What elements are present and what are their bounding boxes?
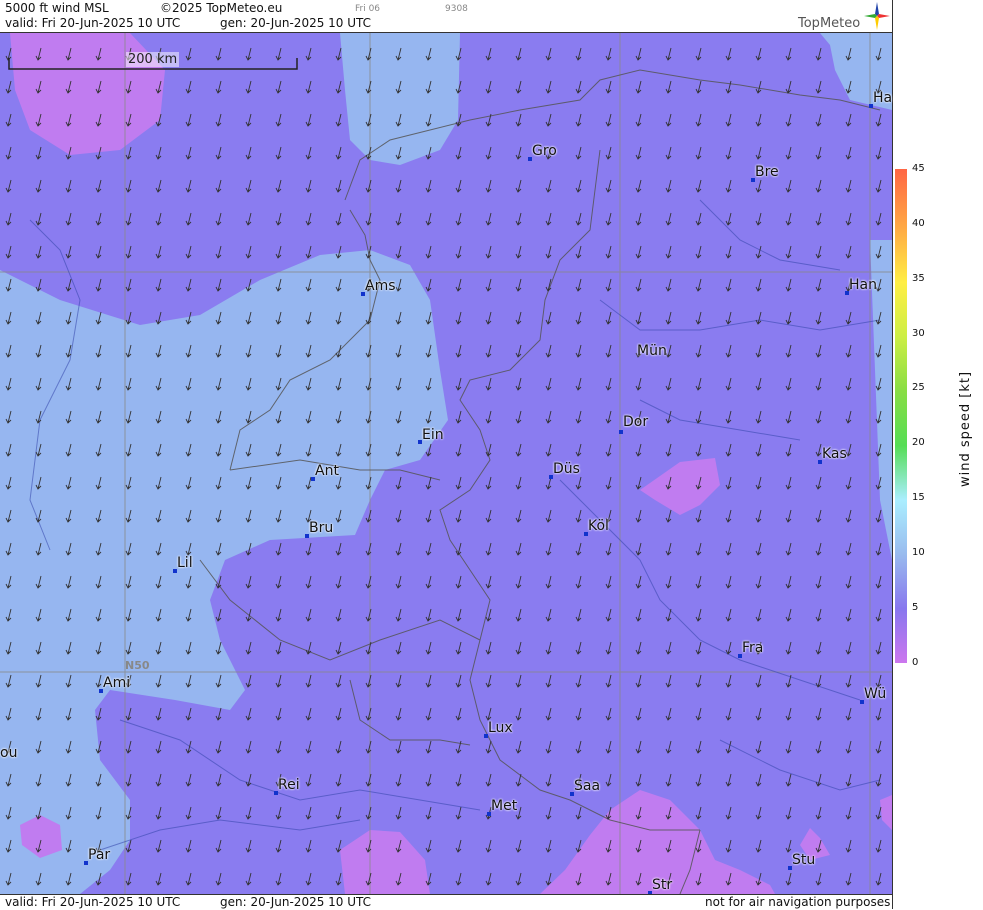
- footer-valid-time: valid: Fri 20-Jun-2025 10 UTC: [5, 895, 181, 909]
- legend-tick: 30: [912, 328, 925, 339]
- city-label-saa[interactable]: Saa: [574, 778, 600, 794]
- latitude-n50-label: N50: [125, 659, 150, 672]
- valid-time: valid: Fri 20-Jun-2025 10 UTC: [5, 16, 181, 30]
- product-title: 5000 ft wind MSL: [5, 1, 109, 15]
- city-label-bre[interactable]: Bre: [755, 164, 779, 180]
- legend-color-bar: [895, 169, 907, 663]
- city-label-met[interactable]: Met: [491, 798, 517, 814]
- city-label-kol[interactable]: Köl: [588, 518, 609, 534]
- city-label-han[interactable]: Han: [849, 277, 877, 293]
- city-label-ha[interactable]: Ha: [873, 90, 892, 106]
- city-label-kas[interactable]: Kas: [822, 446, 847, 462]
- legend-tick: 10: [912, 547, 925, 558]
- city-label-dor[interactable]: Dor: [623, 414, 648, 430]
- city-label-bru[interactable]: Bru: [309, 520, 333, 536]
- city-label-ant[interactable]: Ant: [315, 463, 339, 479]
- city-label-rei[interactable]: Rei: [278, 777, 300, 793]
- legend-tick: 40: [912, 218, 925, 229]
- city-label-wu[interactable]: Wü: [864, 686, 886, 702]
- city-label-ein[interactable]: Ein: [422, 427, 444, 443]
- city-label-lux[interactable]: Lux: [488, 720, 513, 736]
- header-bar: 5000 ft wind MSL ©2025 TopMeteo.eu Fri 0…: [0, 0, 892, 33]
- compass-star-icon: [864, 2, 890, 30]
- legend-tick: 0: [912, 657, 919, 668]
- map-frame: 5000 ft wind MSL ©2025 TopMeteo.eu Fri 0…: [0, 0, 893, 910]
- copyright-text: ©2025 TopMeteo.eu: [160, 1, 283, 15]
- city-label-dus[interactable]: Düs: [553, 461, 580, 477]
- city-label-fra[interactable]: Fra: [742, 640, 763, 656]
- city-label-mun[interactable]: Mün: [637, 343, 667, 359]
- city-label-par[interactable]: Par: [88, 847, 110, 863]
- disclaimer-text: not for air navigation purposes: [705, 895, 891, 909]
- city-dot: [619, 430, 623, 434]
- city-label-ams[interactable]: Ams: [365, 278, 396, 294]
- frame-code: 9308: [445, 4, 468, 14]
- topmeteo-logo-text[interactable]: TopMeteo: [798, 16, 860, 31]
- city-label-stu[interactable]: Stu: [792, 852, 815, 868]
- frame-tag: Fri 06: [355, 4, 381, 14]
- city-label-gro[interactable]: Gro: [532, 143, 557, 159]
- legend-tick: 15: [912, 492, 925, 503]
- legend-tick: 20: [912, 437, 925, 448]
- legend-tick: 45: [912, 163, 925, 174]
- footer-bar: valid: Fri 20-Jun-2025 10 UTC gen: 20-Ju…: [0, 894, 892, 910]
- city-label-ami[interactable]: Ami: [103, 675, 130, 691]
- generated-time: gen: 20-Jun-2025 10 UTC: [220, 16, 372, 30]
- legend-title: wind speed [kt]: [958, 370, 973, 487]
- legend-tick: 25: [912, 382, 925, 393]
- city-label-str[interactable]: Str: [652, 877, 672, 893]
- footer-generated-time: gen: 20-Jun-2025 10 UTC: [220, 895, 372, 909]
- wind-map[interactable]: [0, 33, 892, 894]
- legend-tick: 35: [912, 273, 925, 284]
- city-label-ou[interactable]: ou: [0, 745, 17, 761]
- city-label-lil[interactable]: Lil: [177, 555, 193, 571]
- scale-label: 200 km: [126, 52, 180, 67]
- legend-tick: 5: [912, 602, 919, 613]
